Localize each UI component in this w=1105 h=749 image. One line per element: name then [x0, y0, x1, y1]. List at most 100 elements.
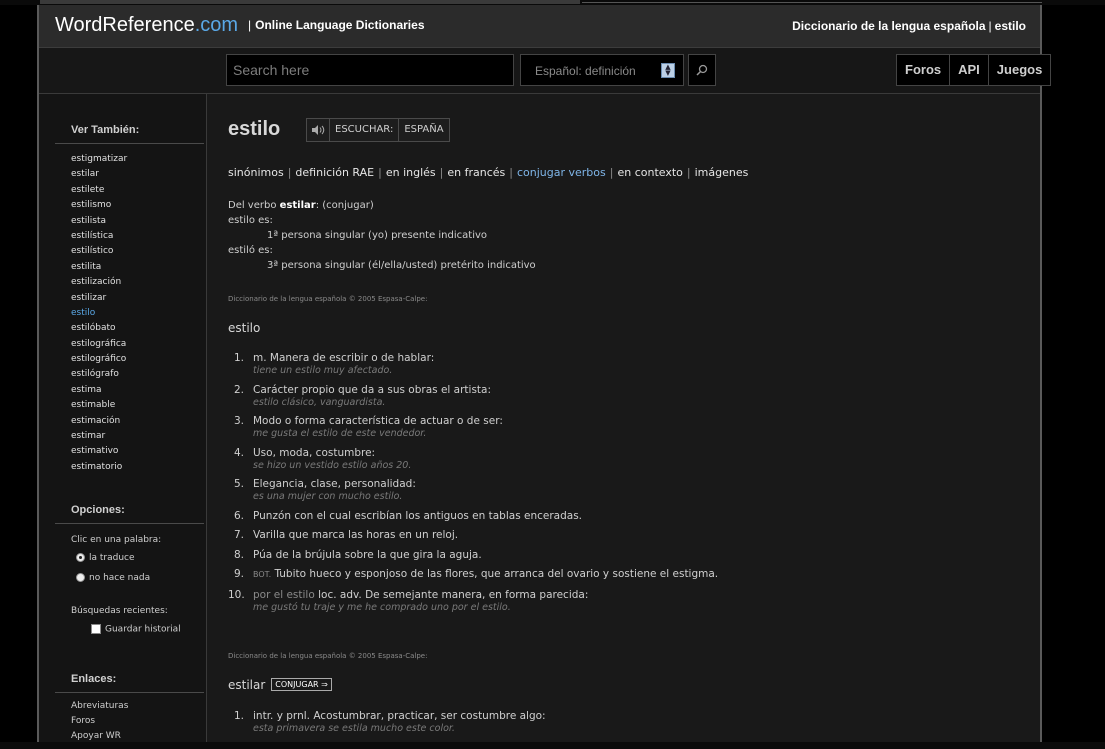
checkbox-icon[interactable]	[91, 624, 101, 634]
definition-number: 7.	[233, 529, 244, 541]
divider	[55, 143, 204, 144]
related-link[interactable]: en contexto	[617, 166, 682, 179]
definition-number: 6.	[233, 509, 244, 522]
definition-text: Varilla que marca las horas en un reloj.	[253, 529, 459, 541]
see-also-item[interactable]: estima	[71, 383, 127, 398]
definition-number: 8.	[233, 548, 244, 561]
nav-juegos[interactable]: Juegos	[989, 55, 1051, 85]
definition-example: tiene un estilo muy afectado.	[253, 365, 393, 376]
see-also-item[interactable]: estilizar	[71, 291, 127, 306]
see-also-item[interactable]: estilográfico	[71, 352, 127, 367]
related-link[interactable]: en francés	[447, 166, 505, 179]
see-also-item[interactable]: estimativo	[71, 444, 127, 459]
related-link[interactable]: sinónimos	[228, 166, 284, 179]
link-abreviaturas[interactable]: Abreviaturas	[71, 699, 128, 714]
see-also-item[interactable]: estilar	[71, 167, 127, 182]
select-arrows-icon: ▲ ▼	[661, 63, 675, 78]
see-also-item[interactable]: estilete	[71, 183, 127, 198]
see-also-item[interactable]: estimable	[71, 398, 127, 413]
see-also-item[interactable]: estilóbato	[71, 321, 127, 336]
see-also-item[interactable]: estimación	[71, 414, 127, 429]
see-also-item[interactable]: estimatorio	[71, 460, 127, 475]
definition-list: 1. m. Manera de escribir o de hablar: tien…	[228, 351, 718, 619]
related-link[interactable]: imágenes	[695, 166, 749, 179]
dictionary-select[interactable]: Español: definición ▲ ▼	[520, 54, 684, 86]
see-also-item[interactable]: estilística	[71, 229, 127, 244]
definition-number: 10.	[228, 588, 245, 601]
definition-item: 3. Modo o forma característica de actuar …	[228, 414, 718, 440]
site-header: WordReference.com | Online Language Dicti…	[39, 5, 1040, 48]
related-link[interactable]: definición RAE	[295, 166, 374, 179]
related-link[interactable]: conjugar verbos	[517, 166, 606, 179]
bottom-strip	[0, 742, 1105, 749]
audio-player: ESCUCHAR: ESPAÑA	[306, 118, 450, 142]
definition-item: 10. por el estilo loc. adv. De semejante …	[228, 588, 718, 614]
main-content: estilo ESCUCHAR: ESPAÑA sinónimos | defini…	[207, 94, 1040, 749]
copyright-note: Diccionario de la lengua española © 2005…	[228, 295, 428, 303]
see-also-item[interactable]: estilo	[71, 306, 127, 321]
radio-translate[interactable]: la traduce	[76, 553, 135, 563]
save-history-option[interactable]: Guardar historial	[91, 624, 181, 635]
link-foros[interactable]: Foros	[71, 714, 128, 729]
divider	[55, 523, 204, 524]
see-also-item[interactable]: estilístico	[71, 244, 127, 259]
definition-item: 7. Varilla que marca las horas en un relo…	[228, 528, 718, 542]
definition-number: 1.	[233, 710, 244, 722]
definition-item: 8. Púa de la brújula sobre la que gira la…	[228, 548, 718, 562]
related-link[interactable]: en inglés	[386, 166, 436, 179]
see-also-list: estigmatizar estilar estilete estilismo esti…	[71, 152, 127, 475]
see-also-item[interactable]: estilización	[71, 275, 127, 290]
entry-headword-estilar: estilar CONJUGAR ⇒	[228, 678, 332, 692]
definition-phrase: por el estilo	[253, 588, 315, 601]
search-input[interactable]	[226, 54, 514, 86]
see-also-item[interactable]: estigmatizar	[71, 152, 127, 167]
definition-item: 1. intr. y prnl. Acostumbrar, practicar, …	[228, 709, 546, 735]
definition-text: Punzón con el cual escribían los antiguo…	[253, 509, 583, 522]
definition-text: Púa de la brújula sobre la que gira la a…	[253, 548, 482, 561]
related-links: sinónimos | definición RAE | en inglés | en fr…	[228, 166, 748, 179]
radio-checked-icon[interactable]	[76, 553, 85, 562]
definition-text: Tubito hueco y esponjoso de las flores, …	[271, 568, 719, 580]
conjugate-link[interactable]: (conjugar)	[322, 200, 373, 211]
definition-example: esta primavera se estila mucho este colo…	[253, 723, 455, 734]
links-title: Enlaces:	[71, 673, 117, 685]
see-also-item[interactable]: estilógrafo	[71, 367, 127, 382]
verb-link[interactable]: estilar	[280, 200, 316, 211]
definition-text: loc. adv. De semejante manera, en forma …	[314, 588, 589, 601]
search-button[interactable]	[688, 54, 716, 86]
see-also-item[interactable]: estilográfica	[71, 337, 127, 352]
links-list: Abreviaturas Foros Apoyar WR	[71, 699, 128, 744]
search-bar: Español: definición ▲▼ Foros API Juegos	[39, 48, 1052, 94]
page-container: WordReference.com | Online Language Dicti…	[37, 5, 1052, 749]
speaker-icon[interactable]	[307, 119, 330, 141]
sidebar: Ver También: estigmatizar estilar estilete…	[39, 94, 207, 749]
see-also-item[interactable]: estimar	[71, 429, 127, 444]
link-separator: |	[609, 166, 614, 179]
region-label[interactable]: ESPAÑA	[399, 119, 448, 141]
click-label: Clic en una palabra:	[71, 535, 162, 545]
definition-item: 1. m. Manera de escribir o de hablar: tien…	[228, 351, 718, 377]
definition-example: me gustó tu traje y me he comprado uno p…	[253, 601, 511, 613]
listen-label[interactable]: ESCUCHAR:	[330, 119, 400, 141]
link-separator: |	[686, 166, 691, 179]
radio-unchecked-icon[interactable]	[76, 573, 85, 582]
options-title: Opciones:	[71, 504, 125, 516]
recent-searches-label: Búsquedas recientes:	[71, 606, 168, 616]
definition-item: 4. Uso, moda, costumbre: se hizo un vestid…	[228, 446, 718, 472]
definition-number: 3.	[233, 415, 244, 427]
site-logo[interactable]: WordReference.com	[55, 14, 238, 37]
radio-nothing[interactable]: no hace nada	[76, 573, 150, 583]
dictionary-breadcrumb: Diccionario de la lengua española | estilo	[792, 19, 1026, 33]
definition-number: 4.	[233, 446, 244, 459]
definition-text: m. Manera de escribir o de hablar:	[253, 352, 435, 364]
nav-foros[interactable]: Foros	[897, 55, 951, 85]
conjugate-button[interactable]: CONJUGAR ⇒	[271, 678, 332, 691]
divider	[55, 692, 204, 693]
see-also-item[interactable]: estilista	[71, 214, 127, 229]
see-also-item[interactable]: estilita	[71, 260, 127, 275]
copyright-note: Diccionario de la lengua española © 2005…	[228, 652, 428, 660]
nav-api[interactable]: API	[950, 55, 989, 85]
link-separator: |	[509, 166, 513, 179]
definition-text: intr. y prnl. Acostumbrar, practicar, se…	[253, 710, 546, 722]
see-also-item[interactable]: estilismo	[71, 198, 127, 213]
